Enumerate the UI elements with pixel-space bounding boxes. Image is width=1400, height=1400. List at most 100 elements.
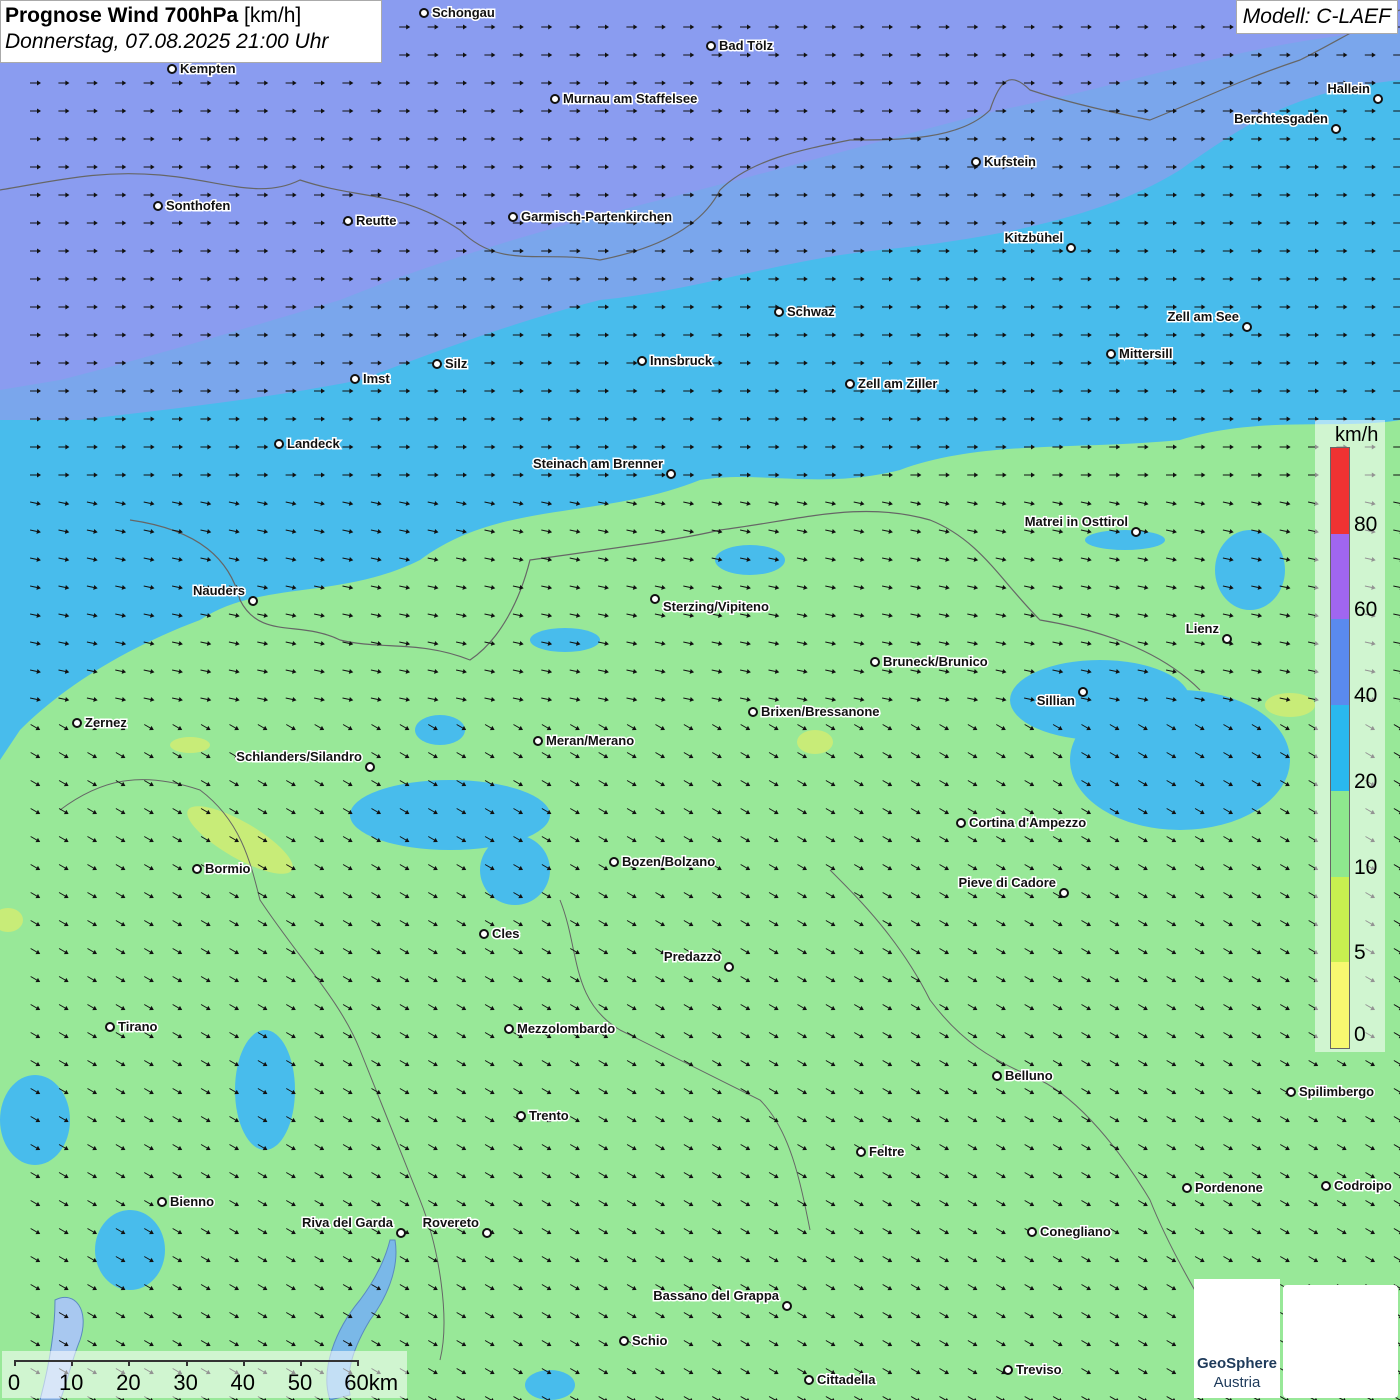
- town-marker: [724, 962, 734, 972]
- town-marker: [1106, 349, 1116, 359]
- wind-patch: [530, 628, 600, 652]
- town-label: Mezzolombardo: [517, 1021, 615, 1036]
- town-label: Tirano: [118, 1019, 158, 1034]
- scale-label: 40: [230, 1370, 256, 1395]
- legend-color-segment: [1331, 962, 1349, 1048]
- town-marker: [365, 762, 375, 772]
- town-label: Mittersill: [1119, 346, 1172, 361]
- town-marker: [774, 307, 784, 317]
- wind-patch: [525, 1370, 575, 1400]
- wind-patch-low: [170, 737, 210, 753]
- legend-color-segment: [1331, 705, 1349, 791]
- town-marker: [1242, 322, 1252, 332]
- legend-label: 5: [1354, 941, 1366, 965]
- geosphere-logo[interactable]: GeoSphere Austria: [1194, 1279, 1280, 1398]
- geosphere-logo-country: Austria: [1213, 1374, 1261, 1391]
- town-label: Silz: [445, 356, 468, 371]
- town-label: Bormio: [205, 861, 251, 876]
- app-logo[interactable]: [1283, 1285, 1398, 1398]
- scale-label: 10: [58, 1370, 84, 1395]
- town-label: Codroipo: [1334, 1178, 1392, 1193]
- town-marker: [157, 1197, 167, 1207]
- wind-map: Schongau Bad Tölz Kempten Murnau am Staffel…: [0, 0, 1400, 1400]
- town-label: Schwaz: [787, 304, 835, 319]
- scale-tick: [300, 1360, 302, 1366]
- town-marker: [1131, 527, 1141, 537]
- town-marker: [637, 356, 647, 366]
- town-label: Riva del Garda: [302, 1215, 394, 1230]
- town-label: Schlanders/Silandro: [236, 749, 362, 764]
- color-legend: km/h 80 60 40 20 10 5 0: [1315, 420, 1385, 1052]
- town-label: Lienz: [1186, 621, 1220, 636]
- town-label: Cortina d'Ampezzo: [969, 815, 1086, 830]
- town-label: Cles: [492, 926, 519, 941]
- town-label: Feltre: [869, 1144, 904, 1159]
- town-label: Matrei in Osttirol: [1025, 514, 1128, 529]
- town-marker: [782, 1301, 792, 1311]
- legend-unit: km/h: [1335, 424, 1379, 446]
- wind-patch: [95, 1210, 165, 1290]
- town-label: Zell am See: [1167, 309, 1239, 324]
- legend-label: 80: [1354, 512, 1378, 536]
- town-marker: [748, 707, 758, 717]
- town-label: Predazzo: [664, 949, 721, 964]
- town-marker: [350, 374, 360, 384]
- town-label: Cittadella: [817, 1372, 876, 1387]
- town-label: Treviso: [1016, 1362, 1062, 1377]
- geosphere-logo-name: GeoSphere: [1196, 1355, 1278, 1372]
- town-label: Hallein: [1327, 81, 1370, 96]
- town-marker: [1078, 687, 1088, 697]
- town-marker: [870, 657, 880, 667]
- town-marker: [804, 1375, 814, 1385]
- town-label: Kempten: [180, 61, 236, 76]
- wind-patch: [1085, 530, 1165, 550]
- town-marker: [609, 857, 619, 867]
- scale-tick: [357, 1360, 360, 1366]
- wind-patch-low: [1265, 693, 1315, 717]
- town-label: Nauders: [193, 583, 245, 598]
- town-marker: [419, 8, 429, 18]
- town-label: Kufstein: [984, 154, 1036, 169]
- town-marker: [845, 379, 855, 389]
- town-marker: [105, 1022, 115, 1032]
- legend-label: 40: [1354, 684, 1378, 708]
- wind-patch-low: [797, 730, 833, 754]
- town-marker: [516, 1111, 526, 1121]
- town-marker: [396, 1228, 406, 1238]
- town-marker: [192, 864, 202, 874]
- town-label: Landeck: [287, 436, 341, 451]
- town-marker: [1331, 124, 1341, 134]
- town-label: Bassano del Grappa: [653, 1288, 779, 1303]
- town-marker: [1066, 243, 1076, 253]
- legend-label: 20: [1354, 769, 1378, 793]
- town-label: Innsbruck: [650, 353, 713, 368]
- town-label: Imst: [363, 371, 390, 386]
- town-marker: [1321, 1181, 1331, 1191]
- forecast-time: Donnerstag, 07.08.2025 21:00 Uhr: [5, 30, 329, 53]
- town-label: Bruneck/Brunico: [883, 654, 988, 669]
- map-title: Prognose Wind 700hPa [km/h]: [5, 4, 377, 28]
- town-marker: [508, 212, 518, 222]
- town-marker: [533, 736, 543, 746]
- scale-label: 60km: [344, 1370, 399, 1395]
- town-marker: [1222, 634, 1232, 644]
- town-label: Trento: [529, 1108, 569, 1123]
- town-label: Belluno: [1005, 1068, 1053, 1083]
- town-label: Pordenone: [1195, 1180, 1263, 1195]
- town-marker: [1373, 94, 1383, 104]
- wind-patch: [235, 1030, 295, 1150]
- legend-label: 0: [1354, 1023, 1366, 1046]
- town-marker: [856, 1147, 866, 1157]
- town-label: Meran/Merano: [546, 733, 634, 748]
- town-marker: [706, 41, 716, 51]
- town-label: Murnau am Staffelsee: [563, 91, 697, 106]
- town-marker: [274, 439, 284, 449]
- scale-label: 0: [7, 1370, 21, 1395]
- map-title-main: Prognose Wind 700hPa: [5, 4, 239, 27]
- town-label: Steinach am Brenner: [533, 456, 663, 471]
- scale-tick: [185, 1360, 188, 1366]
- scale-tick: [242, 1360, 245, 1366]
- scale-label: 20: [116, 1370, 141, 1395]
- scale-label: 50: [287, 1370, 313, 1395]
- town-label: Bad Tölz: [719, 38, 774, 53]
